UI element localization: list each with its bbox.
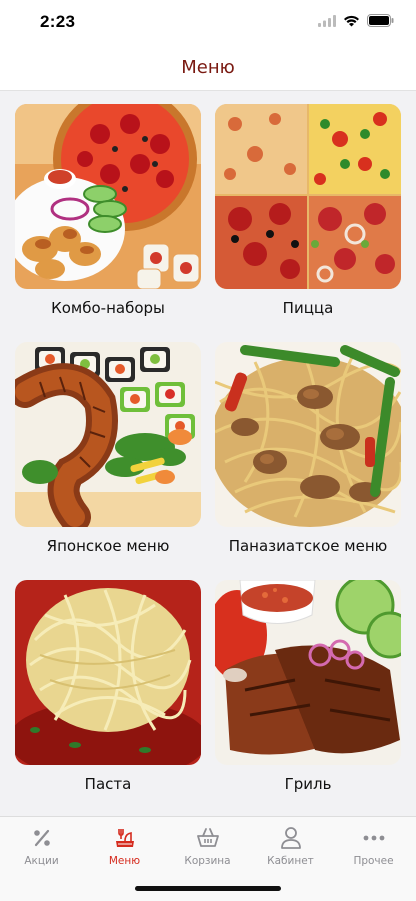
grilled-meat-image [215,580,401,765]
battery-icon [367,14,394,27]
more-dots-icon [363,835,384,841]
home-indicator[interactable] [135,886,281,891]
tab-more[interactable]: Прочее [332,825,415,867]
wifi-icon [344,15,359,26]
category-label: Пицца [282,299,334,317]
tab-label: Прочее [353,855,394,867]
tab-cart[interactable]: Корзина [166,825,249,867]
tab-profile[interactable]: Кабинет [249,825,332,867]
category-label: Гриль [284,775,332,793]
nav-header: Меню [0,44,416,91]
profile-icon [280,827,301,849]
category-card-pasta[interactable]: Паста [15,580,201,793]
tab-label: Меню [108,855,141,867]
category-label: Паназиатское меню [228,537,388,555]
basket-icon [196,828,219,847]
signal-icon [318,14,336,27]
category-label: Японское меню [46,537,170,555]
tab-label: Акции [24,855,59,867]
page-title: Меню [181,57,235,78]
pasta-plate-image [15,580,201,765]
category-card-grill[interactable]: Гриль [215,580,401,793]
category-card-japanese[interactable]: Японское меню [15,342,201,555]
percent-icon [33,829,50,847]
tab-label: Корзина [184,855,231,867]
tab-label: Кабинет [267,855,314,867]
status-bar: 2:23 [0,0,416,44]
category-card-combo[interactable]: Комбо-наборы [15,104,201,317]
category-card-panasian[interactable]: Паназиатское меню [215,342,401,555]
category-card-pizza[interactable]: Пицца [215,104,401,317]
noodles-stir-fry-image [215,342,401,527]
category-label: Паста [84,775,132,793]
category-label: Комбо-наборы [51,299,165,317]
tab-promotions[interactable]: Акции [0,825,83,867]
pizza-collage-image [215,104,401,289]
status-time: 2:23 [40,12,76,31]
menu-dish-icon [115,829,134,847]
combo-platter-image [15,104,201,289]
sushi-rolls-image [15,342,201,527]
tab-menu[interactable]: Меню [83,825,166,867]
